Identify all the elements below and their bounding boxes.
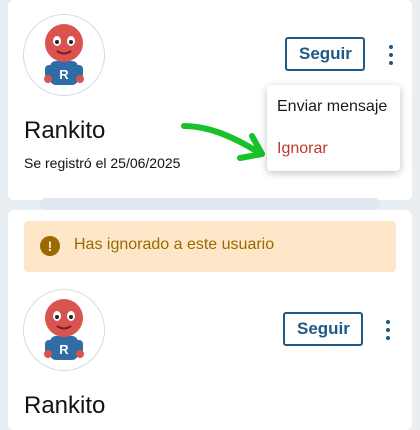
rankito-mascot-icon: R — [24, 15, 104, 95]
menu-item-ignore[interactable]: Ignorar — [267, 129, 400, 169]
warning-icon: ! — [40, 236, 60, 256]
ignored-alert: ! Has ignorado a este usuario — [24, 221, 396, 272]
more-options-icon[interactable] — [384, 41, 398, 69]
profile-username: Rankito — [24, 117, 106, 144]
more-options-icon[interactable] — [381, 316, 395, 344]
svg-text:R: R — [59, 67, 69, 82]
card-separator — [40, 198, 380, 210]
rankito-mascot-icon: R — [24, 290, 104, 370]
options-menu: Enviar mensaje Ignorar — [267, 85, 400, 171]
profile-joined-date: Se registró el 25/06/2025 — [24, 155, 181, 171]
svg-text:R: R — [59, 342, 69, 357]
annotation-arrow-icon — [181, 123, 265, 161]
follow-button[interactable]: Seguir — [285, 37, 365, 71]
avatar[interactable]: R — [23, 14, 105, 96]
alert-message: Has ignorado a este usuario — [74, 236, 275, 253]
profile-username: Rankito — [24, 392, 106, 419]
follow-button[interactable]: Seguir — [283, 312, 363, 346]
menu-item-send-message[interactable]: Enviar mensaje — [267, 87, 400, 127]
avatar[interactable]: R — [23, 289, 105, 371]
